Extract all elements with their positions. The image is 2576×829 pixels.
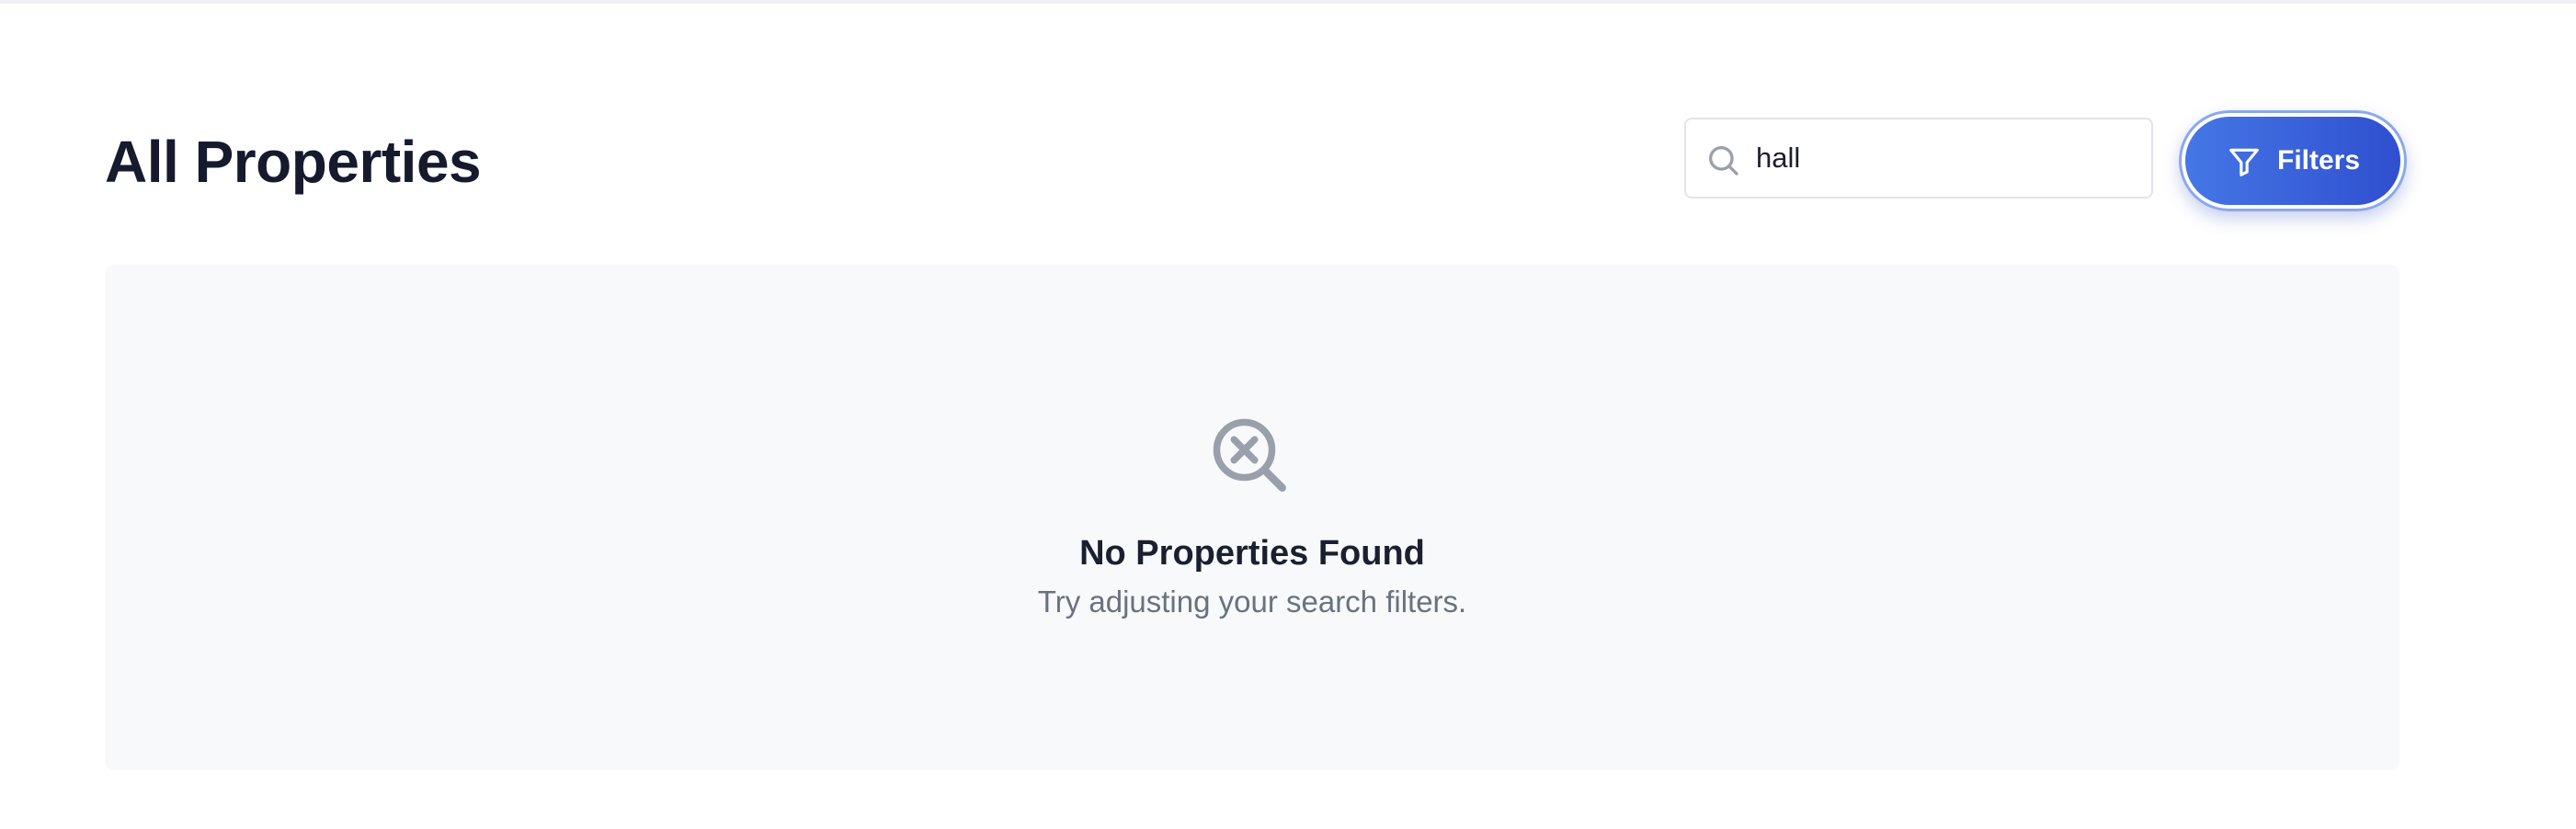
empty-state-title: No Properties Found: [1079, 534, 1425, 573]
results-panel: [105, 265, 2399, 770]
top-border: [0, 0, 2576, 4]
empty-state-subtitle: Try adjusting your search filters.: [1037, 585, 1467, 619]
filters-label: Filters: [2277, 145, 2361, 176]
search-icon: [1709, 146, 1738, 176]
search-input[interactable]: [1756, 119, 2142, 197]
filter-icon: [2229, 148, 2259, 176]
filters-button[interactable]: Filters: [2185, 117, 2400, 205]
search-box[interactable]: [1684, 118, 2153, 199]
search-no-results-icon: [1213, 418, 1286, 492]
page-title: All Properties: [105, 129, 482, 195]
